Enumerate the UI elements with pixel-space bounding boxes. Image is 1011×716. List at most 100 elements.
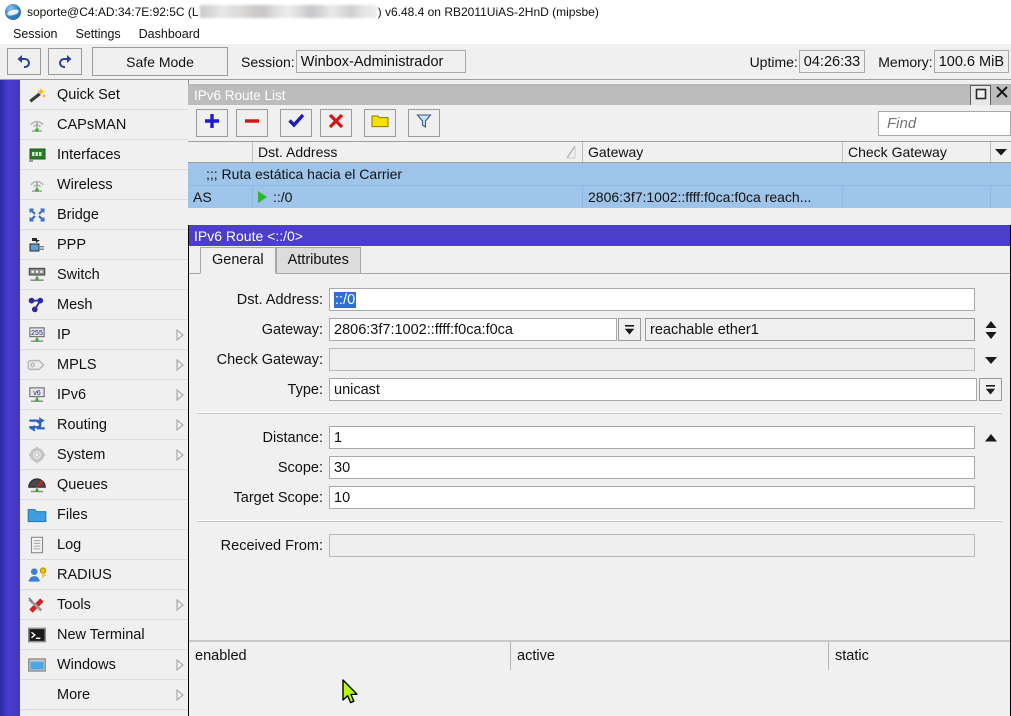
svg-text:255: 255 xyxy=(31,329,43,337)
sidebar-item-label: Wireless xyxy=(57,177,172,193)
type-value: unicast xyxy=(334,382,380,398)
check-gateway-dropdown[interactable] xyxy=(979,348,1002,371)
gateway-input[interactable]: 2806:3f7:1002::ffff:f0ca:f0ca xyxy=(329,318,617,341)
sidebar-item-interfaces[interactable]: Interfaces xyxy=(20,140,188,170)
switch-icon xyxy=(26,265,48,285)
menu-session[interactable]: Session xyxy=(4,25,66,43)
check-gateway-input[interactable] xyxy=(329,348,975,371)
winbox-application: soporte@C4:AD:34:7E:92:5C (L) v6.48.4 on… xyxy=(0,0,1011,716)
field-row-target-scope: Target Scope: 10 xyxy=(189,486,1010,509)
undo-icon xyxy=(15,54,33,70)
sidebar-item-capsman[interactable]: CAPsMAN xyxy=(20,110,188,140)
filter-button[interactable] xyxy=(408,109,440,137)
route-comment-row[interactable]: ;;; Ruta estática hacia el Carrier xyxy=(188,163,1011,186)
close-button[interactable] xyxy=(992,85,1011,104)
column-header-check-gateway[interactable]: Check Gateway xyxy=(843,142,991,162)
safe-mode-button[interactable]: Safe Mode xyxy=(92,47,228,76)
undo-button[interactable] xyxy=(7,48,41,75)
sidebar-item-wireless[interactable]: Wireless xyxy=(20,170,188,200)
comment-button[interactable] xyxy=(364,109,396,137)
field-row-received-from: Received From: xyxy=(189,534,1010,557)
minus-icon xyxy=(244,113,260,134)
column-header-dst-address[interactable]: Dst. Address xyxy=(253,142,583,162)
scope-input[interactable]: 30 xyxy=(329,456,975,479)
find-field[interactable] xyxy=(878,111,1011,136)
no-icon xyxy=(26,685,48,705)
enable-route-button[interactable] xyxy=(280,109,312,137)
remove-route-button[interactable] xyxy=(236,109,268,137)
restore-button[interactable] xyxy=(970,85,991,106)
memory-value-field: 100.6 MiB xyxy=(934,50,1009,73)
gateway-spinner[interactable] xyxy=(979,318,1002,341)
check-gateway-label: Check Gateway: xyxy=(189,352,329,368)
tab-general[interactable]: General xyxy=(200,247,276,274)
column-header-flags[interactable] xyxy=(188,142,253,162)
tab-attributes[interactable]: Attributes xyxy=(276,247,361,273)
menu-dashboard[interactable]: Dashboard xyxy=(130,25,209,43)
route-active-arrow-icon xyxy=(258,191,267,203)
column-header-gateway[interactable]: Gateway xyxy=(583,142,843,162)
sidebar-item-switch[interactable]: Switch xyxy=(20,260,188,290)
check-icon xyxy=(288,113,305,133)
menubar: Session Settings Dashboard xyxy=(0,23,1011,45)
uptime-value-field: 04:26:33 xyxy=(799,50,865,73)
sidebar-item-ppp[interactable]: PPP xyxy=(20,230,188,260)
sidebar-item-ip[interactable]: 255 IP xyxy=(20,320,188,350)
sidebar-item-queues[interactable]: Queues xyxy=(20,470,188,500)
distance-input[interactable]: 1 xyxy=(329,426,975,449)
sidebar-item-label: Log xyxy=(57,537,172,553)
redo-button[interactable] xyxy=(48,48,82,75)
sidebar-item-windows[interactable]: Windows xyxy=(20,650,188,680)
route-dst-cell: ::/0 xyxy=(253,186,583,208)
dst-address-input[interactable]: ::/0 xyxy=(329,288,975,311)
field-row-gateway: Gateway: 2806:3f7:1002::ffff:f0ca:f0ca r… xyxy=(189,318,1010,341)
sidebar-item-tools[interactable]: Tools xyxy=(20,590,188,620)
field-separator-2 xyxy=(197,520,1002,522)
sidebar-item-routing[interactable]: Routing xyxy=(20,410,188,440)
sidebar-item-log[interactable]: Log xyxy=(20,530,188,560)
sidebar-item-label: Interfaces xyxy=(57,147,172,163)
gateway-label: Gateway: xyxy=(189,322,329,338)
gateway-dropdown-button[interactable] xyxy=(618,318,641,341)
menu-settings[interactable]: Settings xyxy=(66,25,129,43)
sidebar-item-mpls[interactable]: MPLS xyxy=(20,350,188,380)
scope-value: 30 xyxy=(334,460,350,476)
column-chooser-button[interactable] xyxy=(991,142,1011,162)
type-label: Type: xyxy=(189,382,329,398)
scope-label: Scope: xyxy=(189,460,329,476)
route-gateway-cell: 2806:3f7:1002::ffff:f0ca:f0ca reach... xyxy=(583,186,843,208)
folder-icon xyxy=(26,505,48,525)
sidebar-item-system[interactable]: System xyxy=(20,440,188,470)
sidebar-item-ipv6[interactable]: v6 IPv6 xyxy=(20,380,188,410)
sidebar-menu-list: Quick Set CAPsMAN xyxy=(20,80,188,710)
sidebar-item-more[interactable]: More xyxy=(20,680,188,710)
disable-route-button[interactable] xyxy=(320,109,352,137)
bridge-icon xyxy=(26,205,48,225)
add-route-button[interactable] xyxy=(196,109,228,137)
find-input[interactable] xyxy=(885,114,1010,133)
field-separator-1 xyxy=(197,412,1002,414)
route-list-title: IPv6 Route List xyxy=(188,88,286,103)
received-from-label: Received From: xyxy=(189,538,329,554)
window-icon xyxy=(26,655,48,675)
sidebar-item-new-terminal[interactable]: New Terminal xyxy=(20,620,188,650)
sidebar-item-radius[interactable]: RADIUS xyxy=(20,560,188,590)
plus-icon xyxy=(204,113,220,134)
type-dropdown-button[interactable] xyxy=(979,378,1002,401)
sidebar-item-bridge[interactable]: Bridge xyxy=(20,200,188,230)
gateway-state-value: reachable ether1 xyxy=(650,322,759,338)
log-icon xyxy=(26,535,48,555)
target-scope-input[interactable]: 10 xyxy=(329,486,975,509)
memory-value: 100.6 MiB xyxy=(939,54,1004,70)
gear-icon xyxy=(26,445,48,465)
distance-spinner[interactable] xyxy=(979,426,1002,449)
sidebar-item-mesh[interactable]: Mesh xyxy=(20,290,188,320)
sidebar-item-label: Windows xyxy=(57,657,172,673)
mpls-tag-icon xyxy=(26,355,48,375)
chevron-right-icon xyxy=(172,689,188,701)
sidebar-item-quick-set[interactable]: Quick Set xyxy=(20,80,188,110)
session-value-field[interactable]: Winbox-Administrador xyxy=(296,50,466,73)
sidebar-item-files[interactable]: Files xyxy=(20,500,188,530)
type-input[interactable]: unicast xyxy=(329,378,977,401)
table-row[interactable]: AS ::/0 2806:3f7:1002::ffff:f0ca:f0ca re… xyxy=(188,186,1011,208)
